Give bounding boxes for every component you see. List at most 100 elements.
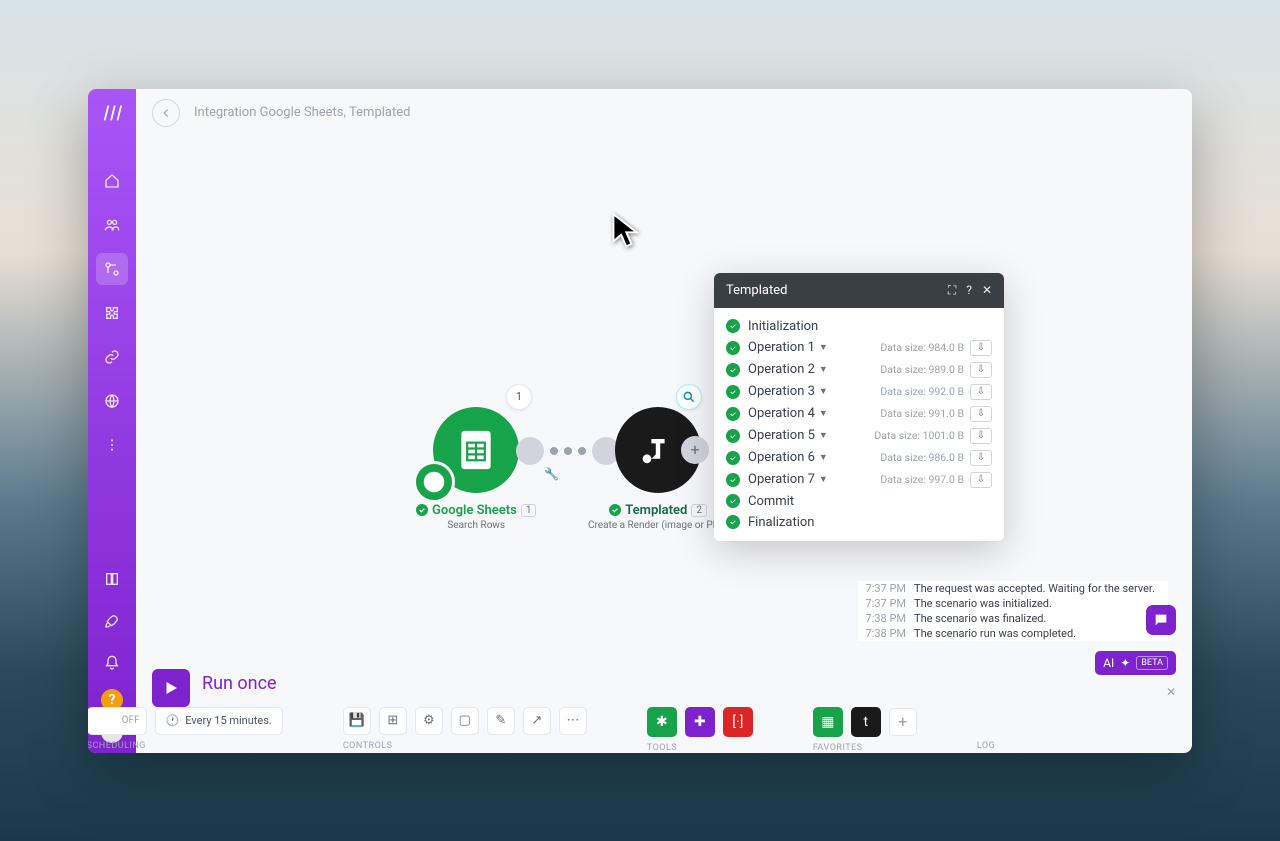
scenario-canvas[interactable]: Google Sheets1 Search Rows 1 🔧 Templated… [136, 137, 1192, 663]
download-button[interactable]: ⇩ [970, 384, 992, 400]
search-bubble[interactable] [676, 384, 702, 410]
back-button[interactable] [152, 99, 180, 127]
check-icon [726, 319, 740, 333]
breadcrumb: Integration Google Sheets, Templated [194, 105, 410, 120]
chevron-down-icon: ▼ [819, 452, 828, 463]
data-size: Data size: 1001.0 B [874, 429, 964, 442]
operation-row[interactable]: Operation 2 ▼Data size: 989.0 B⇩ [726, 359, 992, 381]
close-icon[interactable]: ✕ [982, 283, 992, 297]
main-area: Integration Google Sheets, Templated Goo… [136, 89, 1192, 753]
log-close-button[interactable]: ✕ [1166, 685, 1176, 699]
node-subtitle: Search Rows [447, 520, 505, 531]
settings-button[interactable]: ⚙ [415, 707, 443, 735]
section-label: LOG [977, 741, 995, 751]
bubble-count[interactable]: 1 [506, 384, 532, 410]
operation-row[interactable]: Operation 7 ▼Data size: 997.0 B⇩ [726, 469, 992, 491]
download-button[interactable]: ⇩ [970, 450, 992, 466]
tool-flow[interactable]: ✱ [647, 707, 677, 737]
globe-icon[interactable] [96, 385, 128, 417]
notes-button[interactable]: ▢ [451, 707, 479, 735]
operation-row[interactable]: Operation 3 ▼Data size: 992.0 B⇩ [726, 381, 992, 403]
save-button[interactable]: 💾 [343, 707, 371, 735]
fav-sheets[interactable]: ▦ [813, 707, 843, 737]
operation-row: Initialization [726, 316, 992, 337]
explain-button[interactable]: ✎ [487, 707, 515, 735]
download-button[interactable]: ⇩ [970, 472, 992, 488]
download-button[interactable]: ⇩ [970, 406, 992, 422]
modal-header[interactable]: Templated ⛶ ? ✕ [714, 273, 1004, 308]
make-logo [100, 101, 124, 125]
puzzle-icon[interactable] [96, 297, 128, 329]
operation-label: Initialization [748, 319, 992, 334]
chat-button[interactable] [1146, 605, 1176, 635]
check-icon [609, 504, 621, 516]
check-icon [726, 515, 740, 529]
rocket-icon[interactable] [96, 605, 128, 637]
ai-label: AI [1103, 656, 1114, 670]
chevron-down-icon: ▼ [819, 408, 828, 419]
operation-row[interactable]: Operation 4 ▼Data size: 991.0 B ⇩ [726, 403, 992, 425]
data-size: Data size: 991.0 B [880, 407, 964, 420]
node-title: Templated [625, 503, 687, 518]
log-message: The scenario was finalized. [914, 612, 1046, 625]
node-templated[interactable]: Templated2 Create a Render (image or PDF… [588, 407, 728, 531]
section-label: SCHEDULING [88, 741, 283, 751]
tool-text[interactable]: [·] [723, 707, 753, 737]
chevron-down-icon: ▼ [819, 430, 828, 441]
schedule-interval[interactable]: 🕐Every 15 minutes. [155, 707, 283, 735]
schedule-toggle[interactable]: OFF [88, 707, 147, 735]
check-icon [416, 504, 428, 516]
log-message: The scenario run was completed. [914, 627, 1076, 640]
wrench-icon[interactable]: 🔧 [544, 467, 559, 481]
bell-icon[interactable] [96, 647, 128, 679]
operation-label: Operation 6 ▼ [748, 450, 880, 465]
topbar: Integration Google Sheets, Templated [136, 89, 1192, 137]
operation-label: Operation 5 ▼ [748, 428, 874, 443]
data-size: Data size: 984.0 B [880, 341, 964, 354]
bottom-bar: Run once OFF 🕐Every 15 minutes. SCHEDULI… [136, 663, 1192, 753]
chevron-down-icon: ▼ [819, 342, 828, 353]
align-button[interactable]: ⊞ [379, 707, 407, 735]
link-icon[interactable] [96, 341, 128, 373]
export-button[interactable]: ↗ [523, 707, 551, 735]
add-favorite[interactable]: + [889, 708, 917, 736]
log-row: 7:37 PMThe scenario was initialized. [858, 596, 1168, 611]
expand-icon[interactable]: ⛶ [948, 283, 956, 298]
chevron-down-icon: ▼ [819, 474, 828, 485]
more-icon[interactable] [96, 429, 128, 461]
add-node-button[interactable]: + [681, 436, 709, 464]
home-icon[interactable] [96, 165, 128, 197]
search-icon [682, 390, 696, 404]
users-icon[interactable] [96, 209, 128, 241]
operation-row[interactable]: Operation 1 ▼Data size: 984.0 B ⇩ [726, 337, 992, 359]
operation-row[interactable]: Operation 6 ▼Data size: 986.0 B⇩ [726, 447, 992, 469]
log-panel: 7:37 PMThe request was accepted. Waiting… [858, 581, 1168, 641]
check-icon [726, 363, 740, 377]
modal-body: Initialization Operation 1 ▼Data size: 98… [714, 308, 1004, 541]
run-button[interactable] [152, 669, 190, 707]
tool-tools[interactable]: ✚ [685, 707, 715, 737]
check-icon [726, 451, 740, 465]
templated-icon [636, 428, 680, 472]
ai-button[interactable]: AI ✦ BETA [1095, 651, 1176, 675]
fav-templated[interactable]: t [851, 707, 881, 737]
operation-label: Operation 1 ▼ [748, 340, 880, 355]
section-label: CONTROLS [343, 741, 587, 751]
operation-label: Operation 4 ▼ [748, 406, 880, 421]
operation-row[interactable]: Operation 5 ▼Data size: 1001.0 B ⇩ [726, 425, 992, 447]
node-google-sheets[interactable]: Google Sheets1 Search Rows [416, 407, 536, 531]
log-message: The request was accepted. Waiting for th… [914, 582, 1155, 595]
help-icon[interactable]: ? [966, 283, 972, 297]
check-icon [726, 385, 740, 399]
more-button[interactable]: ⋯ [559, 707, 587, 735]
book-icon[interactable] [96, 563, 128, 595]
modal-title: Templated [726, 283, 938, 298]
log-row: 7:38 PMThe scenario run was completed. [858, 626, 1168, 641]
download-button[interactable]: ⇩ [970, 340, 992, 356]
download-button[interactable]: ⇩ [970, 428, 992, 444]
log-time: 7:38 PM [858, 612, 906, 625]
check-icon [726, 341, 740, 355]
scenarios-icon[interactable] [96, 253, 128, 285]
sparkle-icon: ✦ [1120, 656, 1130, 670]
download-button[interactable]: ⇩ [970, 362, 992, 378]
